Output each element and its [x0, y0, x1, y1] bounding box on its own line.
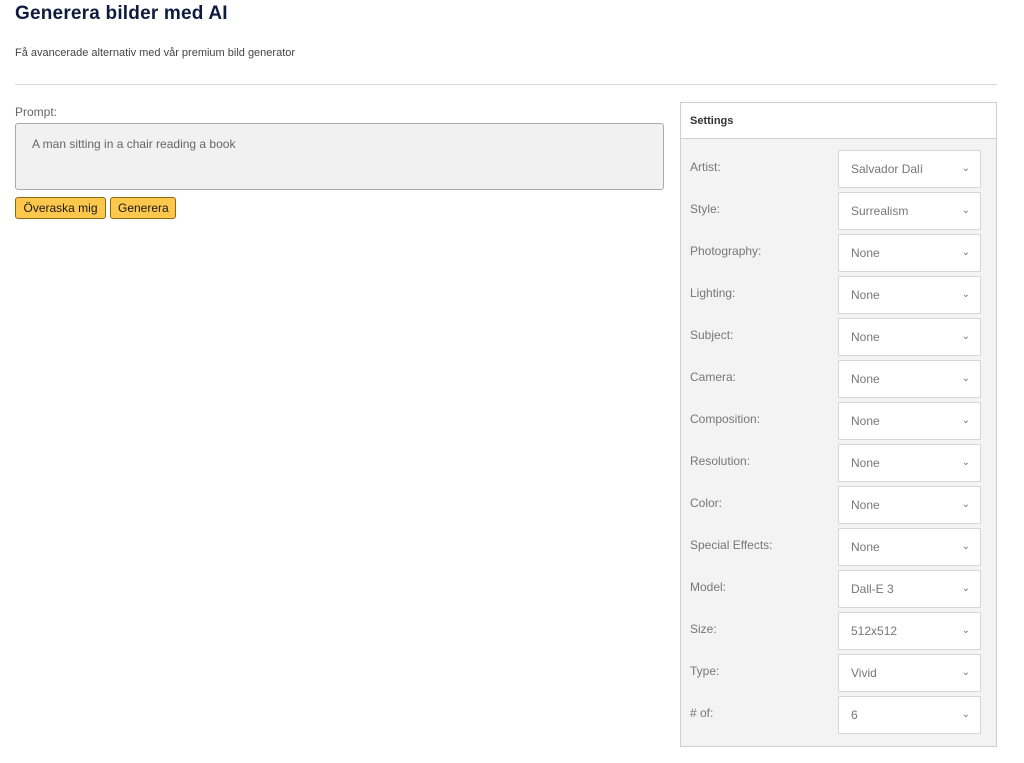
type-select[interactable]: Vivid ⌄ — [838, 654, 981, 692]
page-subtitle: Få avancerade alternativ med vår premium… — [15, 47, 296, 59]
lighting-select[interactable]: None ⌄ — [838, 276, 981, 314]
generate-button[interactable]: Generera — [110, 197, 176, 219]
chevron-down-icon: ⌄ — [961, 667, 970, 678]
settings-row-color: Color: None ⌄ — [681, 482, 996, 524]
divider — [15, 84, 997, 85]
settings-label: Style: — [690, 202, 721, 216]
chevron-down-icon: ⌄ — [961, 331, 970, 342]
style-select[interactable]: Surrealism ⌄ — [838, 192, 981, 230]
settings-label: Photography: — [690, 244, 762, 258]
settings-row-photography: Photography: None ⌄ — [681, 230, 996, 272]
settings-label: Special Effects: — [690, 538, 773, 552]
chevron-down-icon: ⌄ — [961, 373, 970, 384]
composition-select[interactable]: None ⌄ — [838, 402, 981, 440]
prompt-input[interactable]: A man sitting in a chair reading a book — [15, 123, 664, 190]
select-value: None — [851, 414, 880, 428]
settings-panel: Settings Artist: Salvador Dalí ⌄ Style: … — [680, 102, 997, 747]
select-value: 6 — [851, 708, 858, 722]
surprise-me-button[interactable]: Överaska mig — [15, 197, 106, 219]
settings-label: Subject: — [690, 328, 734, 342]
subject-select[interactable]: None ⌄ — [838, 318, 981, 356]
resolution-select[interactable]: None ⌄ — [838, 444, 981, 482]
chevron-down-icon: ⌄ — [961, 457, 970, 468]
select-value: None — [851, 456, 880, 470]
size-select[interactable]: 512x512 ⌄ — [838, 612, 981, 650]
settings-label: Camera: — [690, 370, 737, 384]
settings-label: Resolution: — [690, 454, 751, 468]
settings-label: # of: — [690, 706, 714, 720]
select-value: None — [851, 498, 880, 512]
chevron-down-icon: ⌄ — [961, 289, 970, 300]
model-select[interactable]: Dall-E 3 ⌄ — [838, 570, 981, 608]
select-value: Dall-E 3 — [851, 582, 894, 596]
settings-row-special-effects: Special Effects: None ⌄ — [681, 524, 996, 566]
settings-row-type: Type: Vivid ⌄ — [681, 650, 996, 692]
settings-row-subject: Subject: None ⌄ — [681, 314, 996, 356]
select-value: 512x512 — [851, 624, 898, 638]
settings-label: Color: — [690, 496, 723, 510]
artist-select[interactable]: Salvador Dalí ⌄ — [838, 150, 981, 188]
page-title: Generera bilder med AI — [15, 3, 228, 24]
settings-row-composition: Composition: None ⌄ — [681, 398, 996, 440]
settings-label: Model: — [690, 580, 727, 594]
select-value: Vivid — [851, 666, 877, 680]
select-value: None — [851, 246, 880, 260]
chevron-down-icon: ⌄ — [961, 415, 970, 426]
settings-row-camera: Camera: None ⌄ — [681, 356, 996, 398]
select-value: None — [851, 288, 880, 302]
settings-label: Type: — [690, 664, 720, 678]
settings-label: Lighting: — [690, 286, 736, 300]
count-select[interactable]: 6 ⌄ — [838, 696, 981, 734]
photography-select[interactable]: None ⌄ — [838, 234, 981, 272]
chevron-down-icon: ⌄ — [961, 499, 970, 510]
chevron-down-icon: ⌄ — [961, 625, 970, 636]
chevron-down-icon: ⌄ — [961, 541, 970, 552]
select-value: None — [851, 330, 880, 344]
color-select[interactable]: None ⌄ — [838, 486, 981, 524]
settings-label: Composition: — [690, 412, 761, 426]
chevron-down-icon: ⌄ — [961, 205, 970, 216]
select-value: Surrealism — [851, 204, 909, 218]
settings-header: Settings — [681, 103, 996, 139]
prompt-label: Prompt: — [15, 105, 58, 119]
settings-row-resolution: Resolution: None ⌄ — [681, 440, 996, 482]
settings-row-artist: Artist: Salvador Dalí ⌄ — [681, 146, 996, 188]
chevron-down-icon: ⌄ — [961, 583, 970, 594]
settings-label: Size: — [690, 622, 717, 636]
select-value: Salvador Dalí — [851, 162, 924, 176]
select-value: None — [851, 540, 880, 554]
settings-row-style: Style: Surrealism ⌄ — [681, 188, 996, 230]
chevron-down-icon: ⌄ — [961, 709, 970, 720]
camera-select[interactable]: None ⌄ — [838, 360, 981, 398]
chevron-down-icon: ⌄ — [961, 247, 970, 258]
select-value: None — [851, 372, 880, 386]
settings-label: Artist: — [690, 160, 721, 174]
settings-row-lighting: Lighting: None ⌄ — [681, 272, 996, 314]
settings-row-count: # of: 6 ⌄ — [681, 692, 996, 734]
settings-row-model: Model: Dall-E 3 ⌄ — [681, 566, 996, 608]
chevron-down-icon: ⌄ — [961, 163, 970, 174]
settings-row-size: Size: 512x512 ⌄ — [681, 608, 996, 650]
special-effects-select[interactable]: None ⌄ — [838, 528, 981, 566]
